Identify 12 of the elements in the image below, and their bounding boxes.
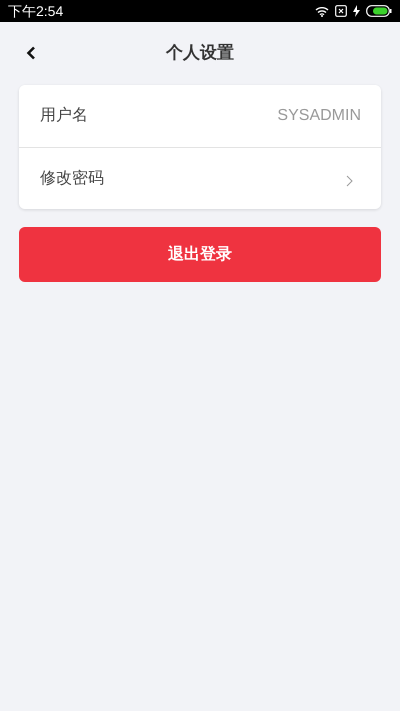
status-time: 下午2:54 bbox=[8, 2, 64, 20]
wifi-icon bbox=[315, 6, 329, 16]
charging-icon bbox=[353, 5, 360, 17]
page-title: 个人设置 bbox=[166, 42, 234, 64]
logout-button[interactable]: 退出登录 bbox=[19, 227, 381, 282]
back-icon bbox=[26, 46, 36, 60]
battery-icon bbox=[366, 5, 392, 17]
setting-label: 用户名 bbox=[40, 106, 88, 126]
setting-label: 修改密码 bbox=[40, 168, 104, 188]
sim-icon bbox=[335, 5, 347, 17]
setting-value: SYSADMIN bbox=[277, 106, 361, 126]
chevron-right-icon bbox=[346, 174, 353, 186]
